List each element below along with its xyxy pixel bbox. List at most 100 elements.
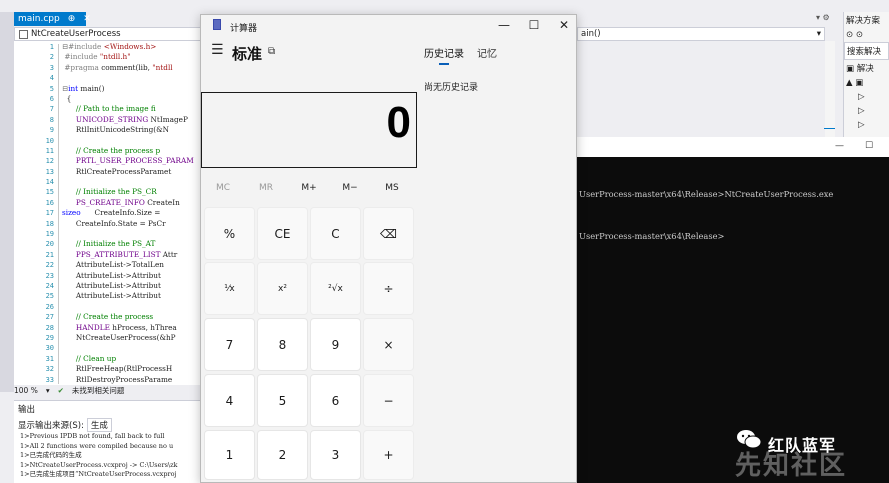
square-root-button[interactable]: ²√x bbox=[310, 262, 361, 315]
code-token: PPS_ATTRIBUTE_LIST bbox=[62, 249, 161, 259]
backspace-button[interactable]: ⌫ bbox=[363, 207, 414, 260]
tab-overflow-icons[interactable]: ▾ ⚙ bbox=[816, 13, 830, 22]
code-line[interactable] bbox=[62, 302, 204, 312]
digit-3-button[interactable]: 3 bbox=[310, 430, 361, 480]
line-numbers: 1 2 3 4 5 6 7 8 9 10 11 12 13 14 15 16 17 18 19 20 21 22 23 24 2… bbox=[14, 42, 54, 385]
code-line[interactable]: { bbox=[62, 94, 204, 104]
digit-8-button[interactable]: 8 bbox=[257, 318, 308, 371]
code-line[interactable]: // Initialize the PS_CR bbox=[62, 187, 204, 197]
divide-button[interactable]: ÷ bbox=[363, 262, 414, 315]
solution-search-input[interactable]: 搜索解决 bbox=[844, 42, 889, 60]
editor-status-bar: 100 % ▾ ✔ 未找到相关问题 bbox=[14, 385, 204, 396]
code-lines[interactable]: ⊟#include <Windows.h> #include "ntdll.h"… bbox=[62, 42, 204, 385]
solution-item[interactable]: ▷ bbox=[844, 90, 889, 104]
console-titlebar[interactable]: — ☐ bbox=[577, 137, 889, 157]
digit-1-button[interactable]: 1 bbox=[204, 430, 255, 480]
code-token: "ntdll.h" bbox=[99, 52, 131, 62]
code-line[interactable]: RtlCreateProcessParamet bbox=[62, 167, 204, 177]
digit-5-button[interactable]: 5 bbox=[257, 374, 308, 427]
memory-clear-button[interactable]: MC bbox=[203, 183, 243, 193]
keep-on-top-icon[interactable]: ⧉ bbox=[268, 46, 275, 57]
editor-scrollbar[interactable] bbox=[825, 41, 835, 137]
code-line[interactable]: // Initialize the PS_AT bbox=[62, 239, 204, 249]
close-icon[interactable]: ✕ bbox=[83, 14, 91, 24]
solution-item[interactable]: ▷ bbox=[844, 104, 889, 118]
code-token: AttributeList->Attribut bbox=[62, 270, 161, 280]
code-line[interactable]: NtCreateUserProcess(&hP bbox=[62, 333, 204, 343]
digit-9-button[interactable]: 9 bbox=[310, 318, 361, 371]
square-button[interactable]: x² bbox=[257, 262, 308, 315]
code-line[interactable]: AttributeList->Attribut bbox=[62, 281, 204, 291]
reciprocal-button[interactable]: ¹⁄x bbox=[204, 262, 255, 315]
digit-2-button[interactable]: 2 bbox=[257, 430, 308, 480]
minimize-button[interactable]: — bbox=[835, 141, 844, 151]
project-navigation-dropdown[interactable]: NtCreateUserProcess bbox=[14, 27, 204, 41]
code-line[interactable]: #include "ntdll.h" bbox=[62, 52, 204, 62]
add-button[interactable]: + bbox=[363, 430, 414, 480]
percent-button[interactable]: % bbox=[204, 207, 255, 260]
solution-toolbar-icons[interactable]: ⊙ ⊙ bbox=[844, 28, 889, 42]
code-line[interactable]: RtlInitUnicodeString(&N bbox=[62, 125, 204, 135]
solution-item[interactable]: ▣ 解决 bbox=[844, 60, 889, 76]
solution-item[interactable]: ▷ bbox=[844, 118, 889, 132]
line-number: 29 bbox=[45, 333, 54, 342]
memory-add-button[interactable]: M+ bbox=[289, 183, 329, 193]
digit-6-button[interactable]: 6 bbox=[310, 374, 361, 427]
code-token: <Windows.h> bbox=[103, 42, 157, 51]
solution-item[interactable]: ▲ ▣ bbox=[844, 76, 889, 90]
maximize-button[interactable]: ☐ bbox=[526, 18, 542, 32]
memory-subtract-button[interactable]: M− bbox=[330, 183, 370, 193]
code-line[interactable]: UNICODE_STRING NtImageP bbox=[62, 115, 204, 125]
code-line[interactable]: // Path to the image fi bbox=[62, 104, 204, 114]
member-navigation-dropdown[interactable]: ain() ▾ bbox=[577, 27, 825, 41]
code-line[interactable]: // Create the process bbox=[62, 312, 204, 322]
code-line[interactable]: PPS_ATTRIBUTE_LIST Attr bbox=[62, 250, 204, 260]
minimize-button[interactable]: — bbox=[496, 18, 512, 32]
code-line[interactable]: ⊟int main() bbox=[62, 84, 204, 94]
digit-7-button[interactable]: 7 bbox=[204, 318, 255, 371]
close-button[interactable]: ✕ bbox=[556, 18, 572, 32]
code-line[interactable]: PS_CREATE_INFO CreateIn bbox=[62, 198, 204, 208]
tab-main-cpp[interactable]: main.cpp ⊕ ✕ bbox=[14, 12, 91, 26]
memory-store-button[interactable]: MS bbox=[372, 183, 412, 193]
code-line[interactable] bbox=[62, 177, 204, 187]
code-line[interactable]: AttributeList->Attribut bbox=[62, 291, 204, 301]
memory-recall-button[interactable]: MR bbox=[246, 183, 286, 193]
digit-4-button[interactable]: 4 bbox=[204, 374, 255, 427]
subtract-button[interactable]: − bbox=[363, 374, 414, 427]
code-line[interactable]: CreateInfo.State = PsCr bbox=[62, 219, 204, 229]
pin-icon[interactable]: ⊕ bbox=[68, 14, 76, 24]
code-line[interactable]: #pragma comment(lib, "ntdll bbox=[62, 63, 204, 73]
code-line[interactable] bbox=[62, 229, 204, 239]
console-output: UserProcess-master\x64\Release>NtCreateU… bbox=[579, 167, 833, 261]
output-source-select[interactable]: 生成 bbox=[86, 418, 112, 432]
tab-history[interactable]: 历史记录 bbox=[424, 45, 464, 60]
code-line[interactable]: AttributeList->TotalLen bbox=[62, 260, 204, 270]
clear-entry-button[interactable]: CE bbox=[257, 207, 308, 260]
tab-memory[interactable]: 记忆 bbox=[477, 45, 497, 60]
code-line[interactable]: ⊟#include <Windows.h> bbox=[62, 42, 204, 52]
line-number: 24 bbox=[45, 281, 54, 290]
code-line[interactable] bbox=[62, 73, 204, 83]
line-number: 17 bbox=[45, 209, 54, 218]
code-line[interactable]: RtlFreeHeap(RtlProcessH bbox=[62, 364, 204, 374]
chevron-down-icon[interactable]: ▾ bbox=[46, 386, 50, 395]
zoom-level[interactable]: 100 % bbox=[14, 386, 38, 395]
menu-icon[interactable]: ☰ bbox=[211, 42, 224, 58]
code-line[interactable]: // Clean up bbox=[62, 354, 204, 364]
maximize-button[interactable]: ☐ bbox=[865, 141, 873, 151]
code-line[interactable]: AttributeList->Attribut bbox=[62, 271, 204, 281]
line-number: 30 bbox=[45, 344, 54, 353]
clear-button[interactable]: C bbox=[310, 207, 361, 260]
code-line[interactable]: PRTL_USER_PROCESS_PARAM bbox=[62, 156, 204, 166]
code-token: NtImageP bbox=[148, 114, 188, 124]
code-line[interactable] bbox=[62, 343, 204, 353]
code-line[interactable]: HANDLE hProcess, hThrea bbox=[62, 323, 204, 333]
line-number: 4 bbox=[49, 74, 54, 83]
code-line[interactable]: // Create the process p bbox=[62, 146, 204, 156]
code-token: CreateInfo.Size = bbox=[80, 208, 163, 218]
code-line[interactable] bbox=[62, 136, 204, 146]
multiply-button[interactable]: × bbox=[363, 318, 414, 371]
code-line[interactable]: sizeo CreateInfo.Size = bbox=[62, 208, 204, 218]
code-line[interactable]: RtlDestroyProcessParame bbox=[62, 375, 204, 385]
